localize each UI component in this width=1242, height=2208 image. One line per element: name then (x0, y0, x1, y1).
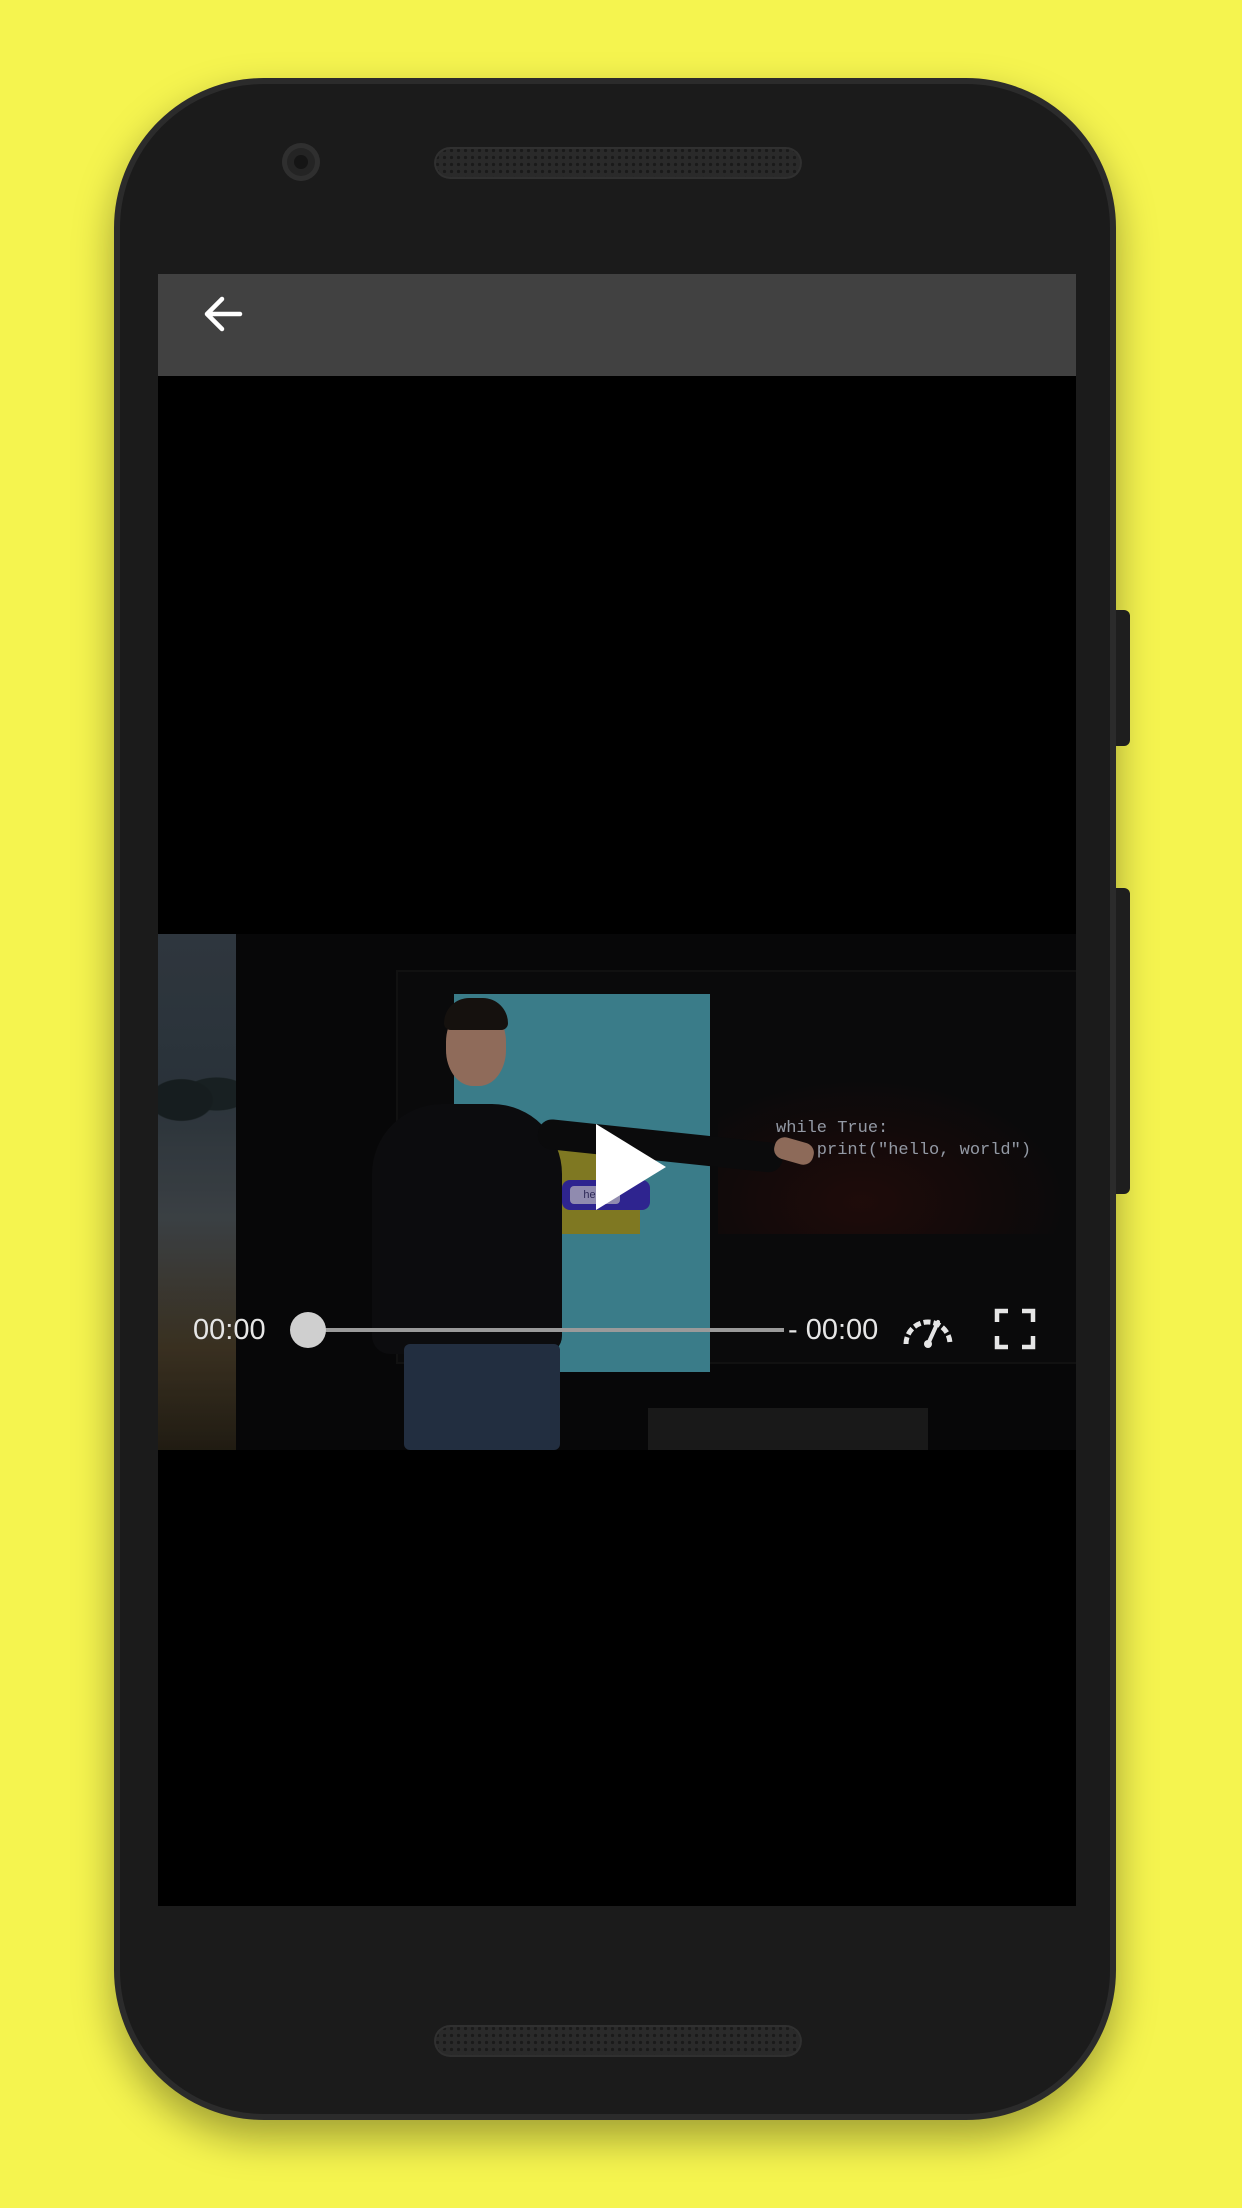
top-speaker (434, 147, 802, 179)
speedometer-icon[interactable] (900, 1306, 956, 1354)
arrow-back-icon[interactable] (196, 286, 252, 342)
remaining-time: - 00:00 (788, 1314, 879, 1346)
current-time: 00:00 (193, 1314, 266, 1346)
volume-button (1116, 888, 1130, 1194)
app-screen: hello while True: print("hello, world") … (158, 274, 1076, 1906)
bottom-speaker (434, 2025, 802, 2057)
seek-thumb[interactable] (290, 1312, 326, 1348)
player-controls: 00:00 - 00:00 (158, 1302, 1076, 1358)
seek-bar[interactable] (308, 1328, 784, 1332)
play-icon[interactable] (590, 1122, 670, 1212)
fullscreen-icon[interactable] (994, 1308, 1036, 1350)
video-player[interactable]: hello while True: print("hello, world") … (158, 934, 1076, 1450)
power-button (1116, 610, 1130, 746)
app-bar (158, 274, 1076, 376)
front-camera (282, 143, 320, 181)
